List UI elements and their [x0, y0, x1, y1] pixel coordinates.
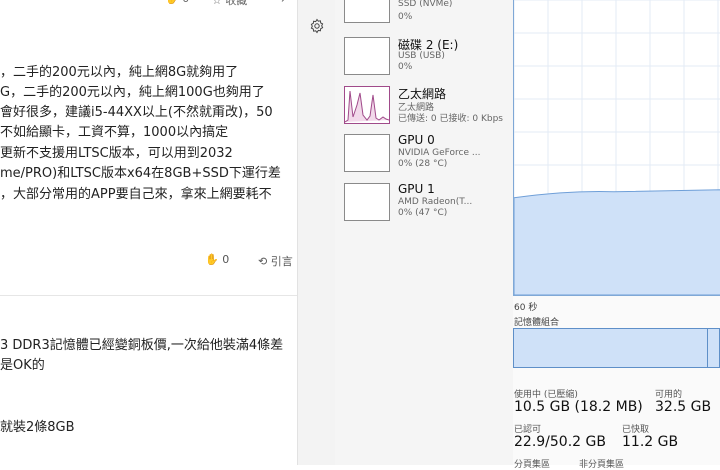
device-usage: 0%	[398, 62, 413, 72]
reply-line: 就裝2條8GB	[0, 420, 75, 435]
device-usage: 0%	[398, 12, 413, 22]
quote-icon: ⟲	[258, 255, 268, 268]
device-ssd[interactable]: SSD (NVMe) 0%	[344, 0, 514, 34]
device-thumbnail	[344, 134, 390, 172]
memory-graph-canvas	[514, 0, 720, 295]
device-gpu1[interactable]: GPU 1 AMD Radeon(T... 0% (47 °C)	[344, 182, 514, 223]
committed-value: 22.9/50.2 GB	[514, 434, 606, 450]
like-icon: ✋	[205, 253, 219, 266]
memory-usage-graph	[513, 0, 720, 296]
like-button[interactable]: ✋ 0	[165, 0, 189, 5]
device-usage: 0% (47 °C)	[398, 208, 448, 218]
memory-composition-bar	[513, 328, 720, 368]
like-count: 0	[182, 0, 189, 5]
device-gpu0[interactable]: GPU 0 NVIDIA GeForce ... 0% (28 °C)	[344, 133, 514, 174]
share-icon[interactable]: ↗	[280, 0, 289, 5]
device-list: SSD (NVMe) 0% 磁碟 2 (E:) USB (USB) 0% 乙太網…	[335, 0, 513, 465]
paged-pool-label: 分頁集區	[514, 460, 551, 470]
cached-value: 11.2 GB	[622, 434, 679, 450]
device-name: GPU 0	[398, 133, 435, 147]
like-icon: ✋	[165, 0, 179, 5]
device-sub: USB (USB)	[398, 51, 445, 61]
device-sub: AMD Radeon(T...	[398, 197, 473, 207]
memory-usage-area	[514, 189, 720, 295]
device-thumbnail	[344, 0, 390, 23]
bookmark-icon: ☆	[212, 0, 222, 7]
like-button[interactable]: ✋ 0	[205, 253, 229, 266]
device-ethernet[interactable]: 乙太網路 乙太網路 已傳送: 0 已接收: 0 Kbps	[344, 86, 514, 126]
quote-button[interactable]: ⟲ 引言	[258, 253, 293, 269]
post-line: me/PRO)和LTSC版本x64在8GB+SSD下運行差	[0, 166, 281, 181]
device-disk-e[interactable]: 磁碟 2 (E:) USB (USB) 0%	[344, 37, 514, 77]
post-top-actions: ✋ 0 ☆ 收藏 ↗	[0, 0, 297, 8]
device-sub: SSD (NVMe)	[398, 0, 453, 9]
forum-panel: ✋ 0 ☆ 收藏 ↗ ，二手的200元以內，純上網8G就夠用了 G，二手的200…	[0, 0, 297, 465]
device-sub: NVIDIA GeForce ...	[398, 148, 481, 158]
in-use-value: 10.5 GB (18.2 MB)	[514, 399, 643, 415]
gear-icon[interactable]	[309, 18, 325, 34]
device-usage: 已傳送: 0 已接收: 0 Kbps	[398, 114, 503, 124]
like-count: 0	[222, 253, 230, 266]
post-line: G，二手的200元以內，純上網100G也夠用了	[0, 85, 265, 100]
ethernet-sparkline	[345, 90, 389, 123]
post-line: 會好很多，建議i5-44XX以上(不然就甭改)，50	[0, 105, 273, 120]
reply-line: 3 DDR3記憶體已經變銅板價,一次給他裝滿4條差	[0, 338, 284, 353]
reply-line: 是OK的	[0, 358, 45, 373]
device-name: GPU 1	[398, 182, 435, 196]
graph-time-label: 60 秒	[514, 303, 538, 313]
device-thumbnail	[344, 183, 390, 221]
post-divider	[0, 295, 297, 296]
device-usage: 0% (28 °C)	[398, 159, 448, 169]
quote-label: 引言	[270, 255, 293, 268]
favorite-button[interactable]: ☆ 收藏	[212, 0, 247, 8]
favorite-label: 收藏	[225, 0, 248, 7]
nonpaged-pool-label: 非分頁集區	[579, 460, 625, 470]
composition-divider	[707, 329, 708, 367]
available-value: 32.5 GB	[655, 399, 712, 415]
post-line: ，二手的200元以內，純上網8G就夠用了	[0, 65, 239, 80]
taskmgr-nav-strip	[297, 0, 336, 465]
memory-detail-pane: 60 秒 記憶體組合 使用中 (已壓縮) 10.5 GB (18.2 MB) 可…	[513, 0, 720, 470]
post-line: ，大部分常用的APP要自己來，拿來上網要耗不	[0, 187, 272, 202]
post-line: 不如給顯卡，工資不算，1000以內搞定	[0, 125, 229, 140]
device-thumbnail	[344, 86, 390, 124]
device-thumbnail	[344, 37, 390, 75]
post-line: 更新不支援用LTSC版本，可以用到2032	[0, 146, 233, 161]
memory-composition-label: 記憶體組合	[514, 318, 560, 328]
